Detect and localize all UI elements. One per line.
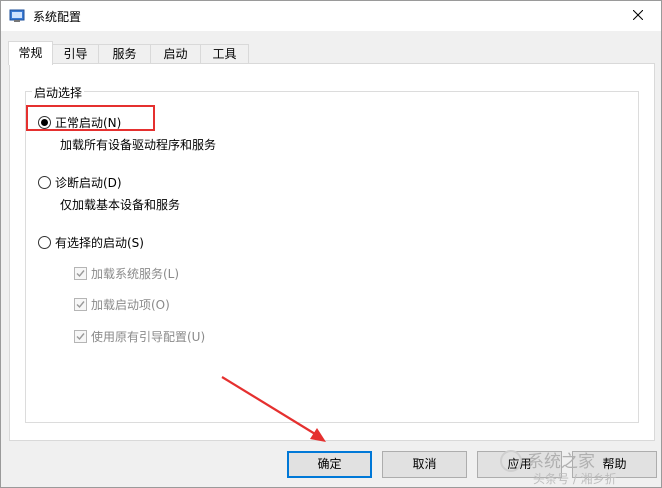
radio-button-icon[interactable] bbox=[38, 176, 51, 189]
tab-general[interactable]: 常规 bbox=[8, 41, 53, 65]
tab-strip: 常规 引导 服务 启动 工具 bbox=[1, 41, 661, 65]
use-original-boot-config-label: 使用原有引导配置(U) bbox=[91, 330, 206, 344]
radio-button-icon[interactable] bbox=[38, 236, 51, 249]
ok-button[interactable]: 确定 bbox=[287, 451, 372, 478]
checkbox-load-startup-items[interactable]: 加载启动项(O) bbox=[74, 296, 170, 313]
normal-startup-description: 加载所有设备驱动程序和服务 bbox=[60, 138, 217, 152]
annotation-highlight-box bbox=[26, 105, 155, 131]
radio-selective-startup[interactable]: 有选择的启动(S) bbox=[38, 234, 144, 251]
checkbox-use-original-boot-config[interactable]: 使用原有引导配置(U) bbox=[74, 328, 205, 345]
watermark-text: 系统之家 bbox=[527, 452, 595, 472]
msconfig-icon bbox=[9, 8, 25, 24]
tab-startup[interactable]: 启动 bbox=[150, 44, 201, 64]
watermark-subtext: 头条号 / 湘乡折 bbox=[533, 471, 617, 486]
close-button[interactable] bbox=[615, 1, 661, 31]
watermark-logo: 系统之家 头条号 / 湘乡折 bbox=[497, 447, 661, 487]
checkbox-load-system-services[interactable]: 加载系统服务(L) bbox=[74, 265, 179, 282]
radio-selective-label: 有选择的启动(S) bbox=[55, 236, 144, 250]
radio-diagnostic-startup[interactable]: 诊断启动(D) bbox=[38, 174, 122, 191]
checkbox-checked-icon[interactable] bbox=[74, 267, 87, 280]
annotation-arrow-icon bbox=[221, 376, 326, 442]
tab-boot[interactable]: 引导 bbox=[52, 44, 99, 64]
window-title: 系统配置 bbox=[33, 10, 82, 24]
load-startup-items-label: 加载启动项(O) bbox=[91, 298, 170, 312]
radio-diagnostic-label: 诊断启动(D) bbox=[55, 176, 122, 190]
diagnostic-startup-description: 仅加载基本设备和服务 bbox=[60, 198, 181, 212]
tab-tools[interactable]: 工具 bbox=[200, 44, 249, 64]
load-system-services-label: 加载系统服务(L) bbox=[91, 267, 180, 281]
title-bar: 系统配置 bbox=[1, 1, 661, 31]
tab-services[interactable]: 服务 bbox=[98, 44, 151, 64]
startup-selection-label: 启动选择 bbox=[32, 84, 85, 101]
cancel-button[interactable]: 取消 bbox=[382, 451, 467, 478]
checkbox-checked-icon[interactable] bbox=[74, 330, 87, 343]
system-configuration-window: 系统配置 常规 引导 服务 启动 工具 启动选择 正常启动(N) 加载所有设备驱… bbox=[0, 0, 662, 488]
checkbox-checked-icon[interactable] bbox=[74, 298, 87, 311]
close-icon bbox=[632, 9, 644, 23]
